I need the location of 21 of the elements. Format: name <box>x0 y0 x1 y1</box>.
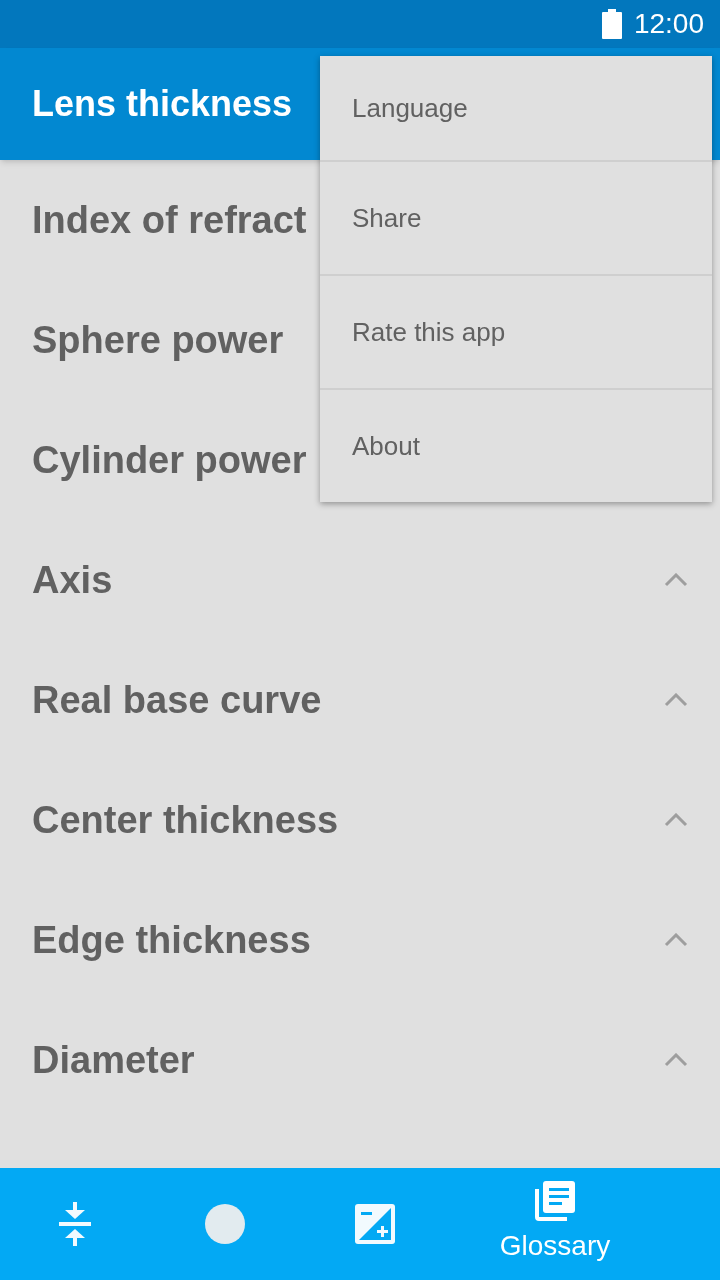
chevron-up-icon <box>664 693 688 707</box>
battery-icon <box>601 9 622 39</box>
app-title: Lens thickness <box>32 82 293 126</box>
list-row[interactable]: Real base curve <box>0 640 720 760</box>
menu-item[interactable]: Language <box>320 56 712 160</box>
chevron-up-icon <box>664 1053 688 1067</box>
chevron-up-icon <box>664 813 688 827</box>
menu-item[interactable]: About <box>320 388 712 502</box>
exposure-icon <box>355 1204 395 1244</box>
list-row[interactable]: Edge thickness <box>0 880 720 1000</box>
nav-tab[interactable]: Glossary <box>450 1168 660 1280</box>
chevron-up-icon <box>664 573 688 587</box>
menu-item[interactable]: Rate this app <box>320 274 712 388</box>
library-icon <box>535 1181 575 1221</box>
compress-icon <box>57 1200 93 1248</box>
list-row[interactable]: Diameter <box>0 1000 720 1120</box>
chevron-up-icon <box>664 933 688 947</box>
clock: 12:00 <box>633 7 704 41</box>
menu-item[interactable]: Share <box>320 160 712 274</box>
list-row[interactable]: Center thickness <box>0 760 720 880</box>
list-row[interactable]: Axis <box>0 520 720 640</box>
